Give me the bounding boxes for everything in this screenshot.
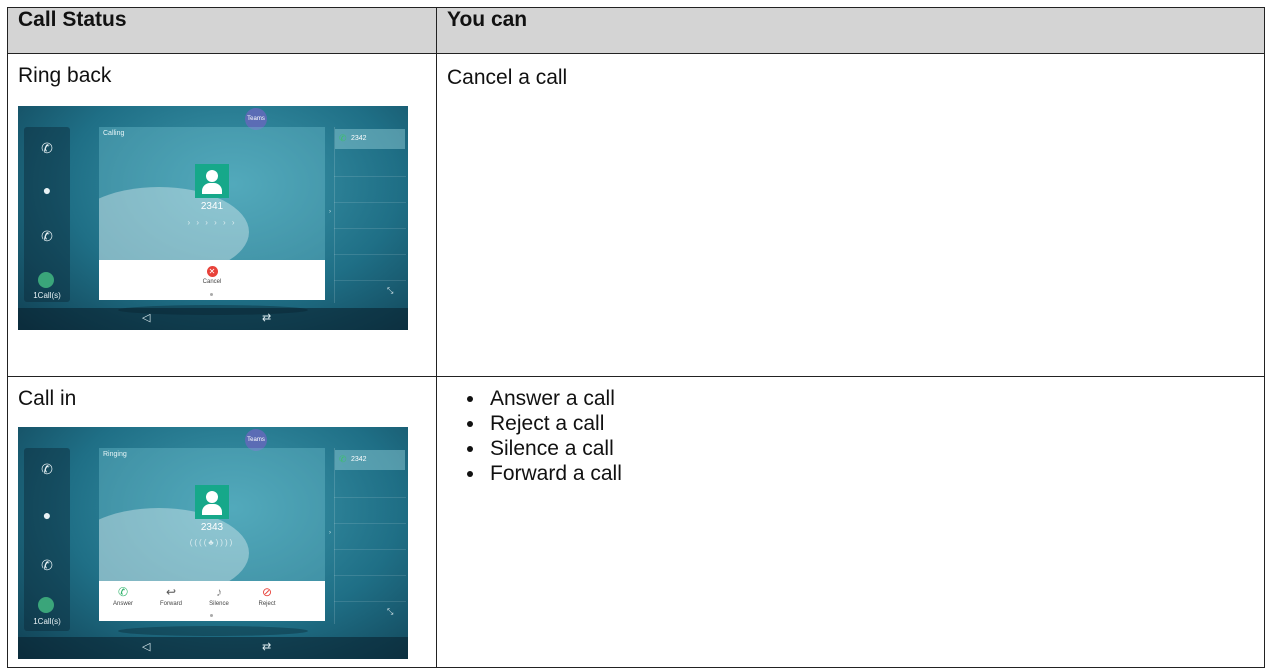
line-key[interactable]: ✆ 2342 xyxy=(335,129,405,149)
dialog-shadow xyxy=(118,626,308,636)
divider xyxy=(334,176,406,177)
list-item: Silence a call xyxy=(486,436,1264,461)
calls-count: 1Call(s) xyxy=(33,617,61,626)
reject-label: Reject xyxy=(258,601,276,607)
cancel-icon: ✕ xyxy=(206,266,218,277)
phone-icon: ✆ xyxy=(41,461,53,477)
dialog-footer: ✕ Cancel xyxy=(99,260,325,300)
divider xyxy=(334,202,406,203)
header-you-can: You can xyxy=(436,7,1265,54)
divider xyxy=(334,523,406,524)
cancel-label: Cancel xyxy=(202,279,222,285)
forward-icon: ↩ xyxy=(165,585,177,599)
back-icon[interactable]: ◁ xyxy=(142,311,150,324)
avatar xyxy=(195,485,229,519)
cancel-button[interactable]: ✕ Cancel xyxy=(200,266,224,285)
dialog-footer: ✆ Answer ↩ Forward ♪ Silence ⊘ Reject xyxy=(99,581,325,621)
call-state: Calling xyxy=(103,130,125,137)
header-call-status: Call Status xyxy=(7,7,437,54)
answer-button[interactable]: ✆ Answer xyxy=(103,585,143,607)
reject-icon: ⊘ xyxy=(261,585,273,599)
forward-label: Forward xyxy=(159,601,182,607)
status-label: Call in xyxy=(18,387,77,410)
calls-icon xyxy=(38,597,54,613)
progress-indicator: › › › › › › xyxy=(187,218,237,227)
callin-screenshot: Teams ✆ ● ✆ 1Call(s) Ringing 2343 ((((♣)… xyxy=(18,427,408,659)
status-cell: Call in Teams ✆ ● ✆ 1Call(s) Ringing 234… xyxy=(7,376,437,668)
divider xyxy=(334,575,406,576)
line-panel xyxy=(334,448,407,624)
contacts-icon: ● xyxy=(42,182,52,198)
divider xyxy=(334,254,406,255)
side-bar: ✆ ● ✆ 1Call(s) xyxy=(24,448,70,631)
status-cell: Ring back Teams ✆ ● ✆ 1Call(s) Calling 2… xyxy=(7,53,437,377)
divider xyxy=(334,280,406,281)
list-item: Reject a call xyxy=(486,411,1264,436)
divider xyxy=(334,497,406,498)
call-status-table: Call Status You can Ring back Teams ✆ ● … xyxy=(7,7,1265,668)
calls-icon xyxy=(38,272,54,288)
ringing-indicator: ((((♣)))) xyxy=(189,538,235,547)
switch-icon[interactable]: ⇄ xyxy=(262,311,271,324)
actions-cell: Cancel a call xyxy=(436,53,1265,377)
list-item: Answer a call xyxy=(486,386,1264,411)
line-key[interactable]: ✆ 2342 xyxy=(335,450,405,470)
phone-icon: ✆ xyxy=(41,140,53,156)
phone-icon: ✆ xyxy=(339,133,347,143)
switch-icon[interactable]: ⇄ xyxy=(262,640,271,653)
action-list: Answer a call Reject a call Silence a ca… xyxy=(437,386,1264,486)
call-number: 2341 xyxy=(200,201,224,212)
fullscreen-icon[interactable]: ⤡ xyxy=(387,286,393,296)
ringing-dialog: Ringing 2343 ((((♣)))) ✆ Answer ↩ Forwar… xyxy=(99,448,325,621)
page-dot xyxy=(210,614,213,617)
divider xyxy=(334,549,406,550)
answer-label: Answer xyxy=(112,601,133,607)
reject-button[interactable]: ⊘ Reject xyxy=(247,585,287,607)
line-number: 2342 xyxy=(351,135,367,142)
status-label: Ring back xyxy=(18,64,112,87)
silence-button[interactable]: ♪ Silence xyxy=(199,585,239,607)
nav-bar: ◁ ⇄ xyxy=(18,637,408,659)
divider xyxy=(334,228,406,229)
contacts-icon: ● xyxy=(42,507,52,523)
forward-button[interactable]: ↩ Forward xyxy=(151,585,191,607)
call-history-icon: ✆ xyxy=(41,228,53,244)
call-history-icon: ✆ xyxy=(41,557,53,573)
calling-dialog: Calling 2341 › › › › › › ✕ Cancel xyxy=(99,127,325,300)
back-icon[interactable]: ◁ xyxy=(142,640,150,653)
call-number: 2343 xyxy=(200,522,224,533)
action-text: Cancel a call xyxy=(447,66,568,89)
collapse-icon[interactable]: › xyxy=(329,530,331,536)
answer-icon: ✆ xyxy=(117,585,129,599)
page-dot xyxy=(210,293,213,296)
calls-count: 1Call(s) xyxy=(33,291,61,300)
actions-cell: Answer a call Reject a call Silence a ca… xyxy=(436,376,1265,668)
call-state: Ringing xyxy=(103,451,127,458)
nav-bar: ◁ ⇄ xyxy=(18,308,408,330)
line-number: 2342 xyxy=(351,456,367,463)
silence-label: Silence xyxy=(209,601,229,607)
fullscreen-icon[interactable]: ⤡ xyxy=(387,607,393,617)
side-bar: ✆ ● ✆ 1Call(s) xyxy=(24,127,70,302)
collapse-icon[interactable]: › xyxy=(329,209,331,215)
table-row: Ring back Teams ✆ ● ✆ 1Call(s) Calling 2… xyxy=(7,53,1265,377)
line-panel xyxy=(334,127,407,303)
table-row: Call in Teams ✆ ● ✆ 1Call(s) Ringing 234… xyxy=(7,376,1265,668)
divider xyxy=(334,601,406,602)
phone-icon: ✆ xyxy=(339,454,347,464)
avatar xyxy=(195,164,229,198)
ringback-screenshot: Teams ✆ ● ✆ 1Call(s) Calling 2341 › › › … xyxy=(18,106,408,330)
list-item: Forward a call xyxy=(486,461,1264,486)
silence-icon: ♪ xyxy=(216,585,222,599)
